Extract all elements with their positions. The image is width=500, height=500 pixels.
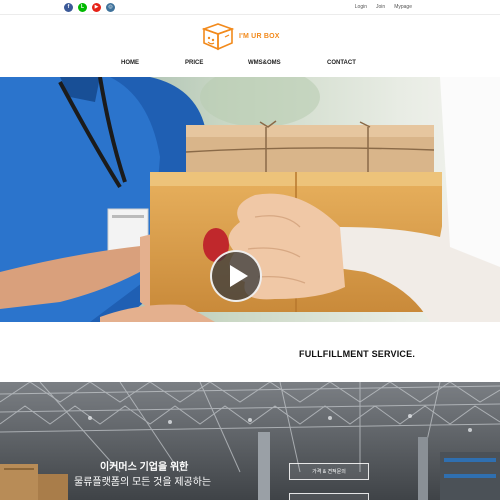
play-icon	[229, 265, 248, 287]
play-button[interactable]	[210, 250, 262, 302]
facebook-icon[interactable]: f	[64, 3, 73, 12]
warehouse-title: 이커머스 기업을 위한	[100, 462, 189, 473]
join-link[interactable]: Join	[376, 4, 385, 10]
login-link[interactable]: Login	[355, 4, 367, 10]
main-nav: HOME PRICE WMS&OMS CONTACT	[0, 60, 500, 72]
site-logo[interactable]: I'M UR BOX	[201, 21, 280, 51]
nav-price[interactable]: PRICE	[185, 60, 203, 66]
instagram-icon[interactable]: ◎	[106, 3, 115, 12]
account-links: Login Join Mypage	[355, 4, 412, 10]
box-logo-icon	[201, 23, 235, 51]
line-icon[interactable]: L	[78, 3, 87, 12]
nav-wms-oms[interactable]: WMS&OMS	[248, 60, 281, 66]
logo-text: I'M UR BOX	[239, 32, 280, 40]
price-quote-button[interactable]: 가격 & 견적문의	[289, 463, 369, 480]
secondary-button[interactable]	[289, 493, 369, 500]
mypage-link[interactable]: Mypage	[394, 4, 412, 10]
social-links: f L ▶ ◎	[64, 3, 115, 12]
hero-video[interactable]	[0, 77, 500, 322]
youtube-icon[interactable]: ▶	[92, 3, 101, 12]
fulfillment-heading: FULLFILLMENT SERVICE.	[299, 349, 416, 359]
top-utility-bar: f L ▶ ◎ Login Join Mypage	[0, 0, 500, 15]
nav-contact[interactable]: CONTACT	[327, 60, 356, 66]
warehouse-subtitle: 물류플랫폼의 모든 것을 제공하는	[74, 477, 212, 488]
nav-home[interactable]: HOME	[121, 60, 139, 66]
